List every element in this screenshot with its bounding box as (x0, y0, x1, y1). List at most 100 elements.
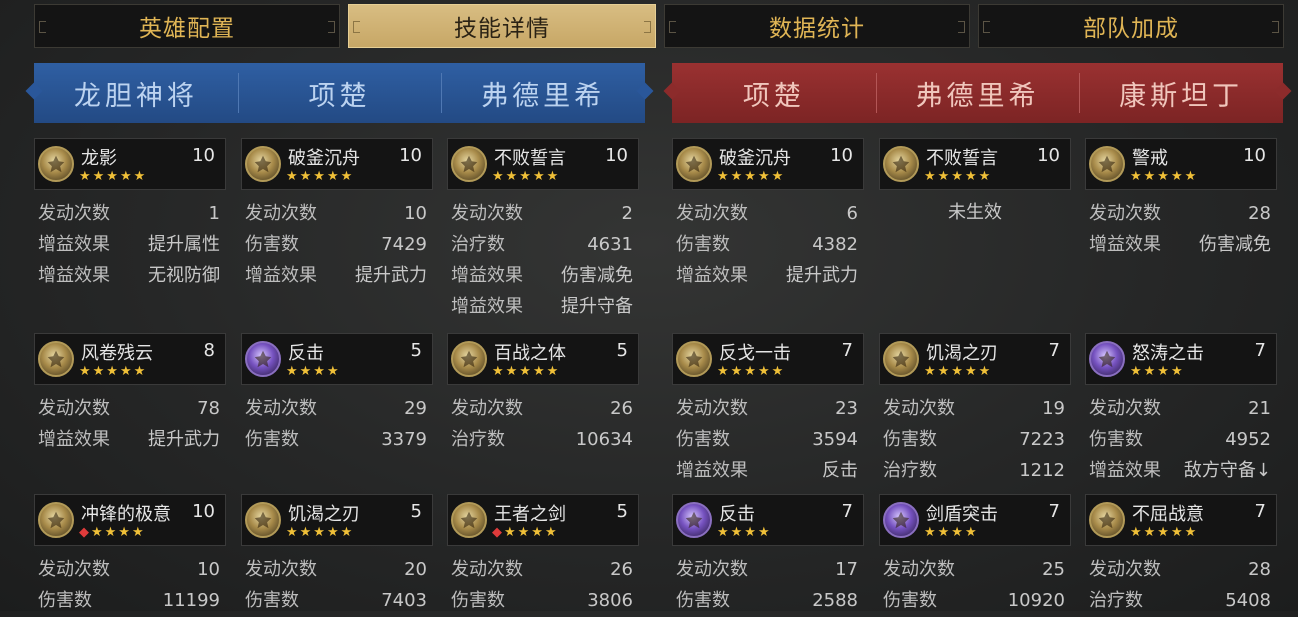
skill-stars: ★★★★★ (1130, 525, 1199, 540)
skill-level: 10 (605, 145, 628, 166)
skill-header[interactable]: 不败誓言 10 ★★★★★ (879, 138, 1071, 190)
skill-level: 10 (399, 145, 422, 166)
skill-header[interactable]: 警戒 10 ★★★★★ (1085, 138, 1277, 190)
skill-name: 剑盾突击 (926, 504, 998, 525)
skill-level: 5 (410, 340, 422, 361)
stat-row: 发动次数 6 (672, 199, 864, 230)
vigilance-icon[interactable] (1089, 146, 1125, 182)
red-star-icon: ◆ (492, 525, 504, 540)
sword-shield-icon[interactable] (883, 502, 919, 538)
stat-row: 伤害数 4382 (672, 230, 864, 261)
broken-cauldron-icon[interactable] (245, 146, 281, 182)
stat-value: 4631 (587, 234, 633, 255)
stat-row: 治疗数 5408 (1085, 586, 1277, 617)
stat-row: 增益效果 伤害减免 (447, 261, 639, 292)
wind-warrior-icon[interactable] (38, 341, 74, 377)
skill-header[interactable]: 反击 5 ★★★★ (241, 333, 433, 385)
skill-header[interactable]: 百战之体 5 ★★★★★ (447, 333, 639, 385)
star-rating: ★★★★★ (492, 169, 560, 184)
thirsty-blade-icon[interactable] (883, 341, 919, 377)
star-rating: ★★★★★ (492, 364, 560, 379)
stat-value: 21 (1248, 398, 1271, 419)
skill-header[interactable]: 不屈战意 7 ★★★★★ (1085, 494, 1277, 546)
skill-stars: ★★★★ (91, 525, 146, 540)
stat-value: 提升守备 (561, 296, 633, 317)
stat-row: 发动次数 1 (34, 199, 226, 230)
stat-row: 增益效果 无视防御 (34, 261, 226, 292)
stat-label: 增益效果 (38, 234, 110, 255)
stat-label: 发动次数 (38, 203, 110, 224)
skill-name: 破釜沉舟 (719, 148, 791, 169)
stat-row: 伤害数 2588 (672, 586, 864, 617)
skill-name: 警戒 (1132, 148, 1168, 169)
stat-label: 增益效果 (676, 265, 748, 286)
skill-header[interactable]: 反戈一击 7 ★★★★★ (672, 333, 864, 385)
star-rating: ★★★★★ (286, 525, 354, 540)
stat-label: 增益效果 (451, 265, 523, 286)
thirsty-blade-icon[interactable] (245, 502, 281, 538)
star-rating: ★★★★ (286, 364, 341, 379)
skill-stats: 发动次数 28 治疗数 5408 (1085, 546, 1277, 617)
skill-block: 不败誓言 10 ★★★★★ 未生效 (879, 138, 1071, 230)
stat-label: 发动次数 (451, 398, 523, 419)
broken-cauldron-icon[interactable] (676, 146, 712, 182)
skill-header[interactable]: 饥渴之刃 5 ★★★★★ (241, 494, 433, 546)
stat-row: 伤害数 7429 (241, 230, 433, 261)
skill-name: 反戈一击 (719, 343, 791, 364)
skill-block: 王者之剑 5 ◆★★★★ 发动次数 26 伤害数 3806 (447, 494, 639, 617)
skill-header[interactable]: 不败誓言 10 ★★★★★ (447, 138, 639, 190)
stat-row: 增益效果 提升守备 (447, 292, 639, 323)
undefeated-oath-icon[interactable] (883, 146, 919, 182)
skill-stars: ★★★★ (286, 364, 341, 379)
skill-header[interactable]: 怒涛之击 7 ★★★★ (1085, 333, 1277, 385)
star-rating: ★★★★★ (286, 169, 354, 184)
skill-header[interactable]: 风卷残云 8 ★★★★★ (34, 333, 226, 385)
skill-header[interactable]: 冲锋的极意 10 ◆★★★★ (34, 494, 226, 546)
veteran-body-icon[interactable] (451, 341, 487, 377)
skill-header[interactable]: 反击 7 ★★★★ (672, 494, 864, 546)
star-rating: ★★★★★ (79, 169, 147, 184)
kings-sword-icon[interactable] (451, 502, 487, 538)
skill-header[interactable]: 饥渴之刃 7 ★★★★★ (879, 333, 1071, 385)
stat-row: 增益效果 反击 (672, 456, 864, 487)
stat-row: 发动次数 19 (879, 394, 1071, 425)
undefeated-oath-icon[interactable] (451, 146, 487, 182)
stat-label: 增益效果 (245, 265, 317, 286)
skill-block: 饥渴之刃 5 ★★★★★ 发动次数 20 伤害数 7403 (241, 494, 433, 617)
stat-value: 2 (621, 203, 633, 224)
stat-label: 伤害数 (676, 234, 730, 255)
stat-value: 提升武力 (786, 265, 858, 286)
skill-header[interactable]: 破釜沉舟 10 ★★★★★ (241, 138, 433, 190)
skill-stats: 发动次数 1 增益效果 提升属性 增益效果 无视防御 (34, 190, 226, 292)
backstrike-icon[interactable] (676, 341, 712, 377)
unyielding-will-icon[interactable] (1089, 502, 1125, 538)
skill-header[interactable]: 王者之剑 5 ◆★★★★ (447, 494, 639, 546)
skill-block: 反戈一击 7 ★★★★★ 发动次数 23 伤害数 3594 增益效果 反击 (672, 333, 864, 487)
stat-value: 28 (1248, 203, 1271, 224)
stat-row: 增益效果 敌方守备↓ (1085, 456, 1277, 487)
stat-value: 3806 (587, 590, 633, 611)
counterattack-icon[interactable] (245, 341, 281, 377)
stat-row: 治疗数 10634 (447, 425, 639, 456)
stat-value: 7429 (381, 234, 427, 255)
raging-wave-icon[interactable] (1089, 341, 1125, 377)
stat-label: 伤害数 (1089, 429, 1143, 450)
stat-value: 25 (1042, 559, 1065, 580)
star-rating: ◆★★★★ (79, 525, 146, 540)
stat-value: 敌方守备↓ (1183, 460, 1271, 481)
counterattack-icon[interactable] (676, 502, 712, 538)
star-rating: ★★★★★ (1130, 169, 1198, 184)
charge-icon[interactable] (38, 502, 74, 538)
star-rating: ★★★★ (1130, 364, 1185, 379)
skill-header[interactable]: 龙影 10 ★★★★★ (34, 138, 226, 190)
stat-label: 发动次数 (1089, 559, 1161, 580)
skill-level: 5 (410, 501, 422, 522)
dragon-warrior-icon[interactable] (38, 146, 74, 182)
skill-stats: 发动次数 28 增益效果 伤害减免 (1085, 190, 1277, 261)
skill-header[interactable]: 破釜沉舟 10 ★★★★★ (672, 138, 864, 190)
stat-label: 发动次数 (451, 203, 523, 224)
skill-header[interactable]: 剑盾突击 7 ★★★★ (879, 494, 1071, 546)
stat-label: 伤害数 (676, 590, 730, 611)
skill-block: 饥渴之刃 7 ★★★★★ 发动次数 19 伤害数 7223 治疗数 1212 (879, 333, 1071, 487)
stat-label: 伤害数 (676, 429, 730, 450)
